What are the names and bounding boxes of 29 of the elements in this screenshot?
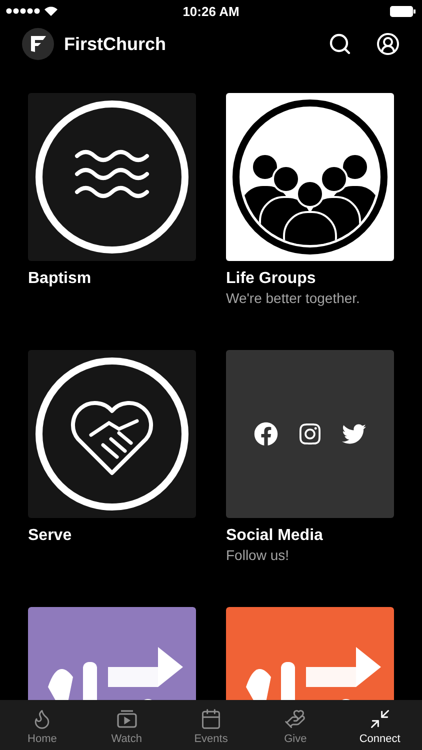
instagram-icon[interactable] [298,422,322,446]
tab-item[interactable]: Events [168,700,254,750]
battery-icon [390,6,416,16]
twitter-icon[interactable] [342,422,366,446]
tab-item[interactable]: Home [0,700,84,750]
arrows-inward-icon [368,708,391,730]
video-icon [116,708,138,730]
tile-title[interactable]: Social Media [226,527,394,545]
tile-title[interactable]: Baptism [28,270,196,288]
tile-subtitle: Follow us! [226,547,290,563]
wifi-icon [44,6,58,16]
hand-heart-icon [284,708,306,730]
tile-subtitle: We're better together. [226,290,361,306]
tab-item[interactable]: Watch [84,700,169,750]
app-title: FirstChurch [64,34,168,54]
heart-hands-icon [28,350,196,518]
waves-icon [28,93,196,261]
group-icon [226,93,394,261]
tab-item[interactable]: Connect [338,700,422,750]
signal-icon [6,8,40,14]
facebook-icon[interactable] [254,422,278,446]
tile-title[interactable]: Life Groups [226,270,394,288]
tile-title[interactable]: Serve [28,527,196,545]
tab-item[interactable]: Give [253,700,338,750]
church-logo [22,28,54,60]
search-button[interactable] [328,32,352,56]
profile-button[interactable] [376,32,400,56]
calendar-icon [200,708,222,730]
status-time: 10:26 AM [182,4,240,18]
